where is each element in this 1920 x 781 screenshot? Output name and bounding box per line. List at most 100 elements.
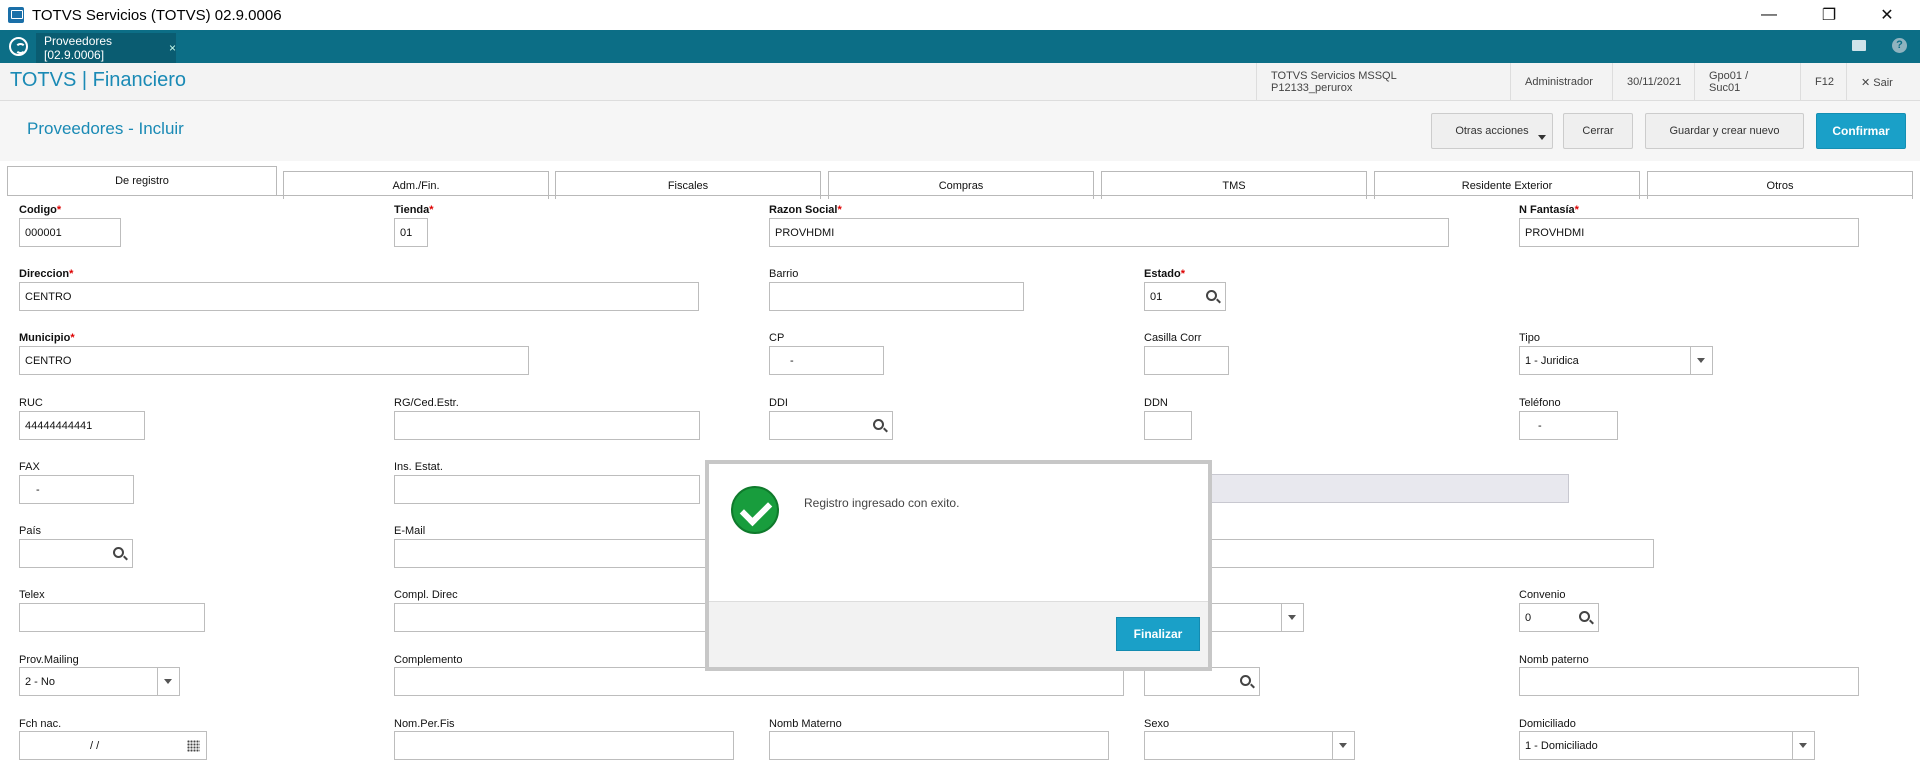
ins-estat-label: Ins. Estat.: [394, 461, 443, 473]
help-icon[interactable]: ?: [1892, 38, 1907, 53]
lookup-input[interactable]: [1144, 667, 1260, 696]
cp-input[interactable]: -: [769, 346, 884, 375]
fch-nac-input[interactable]: / /: [19, 731, 207, 760]
prov-mailing-value: 2 - No: [25, 675, 55, 688]
app-window: TOTVS Servicios (TOTVS) 02.9.0006 — ❐ ✕ …: [0, 0, 1920, 781]
sexo-label: Sexo: [1144, 718, 1170, 730]
totvs-logo-icon[interactable]: [9, 37, 28, 56]
municipio-input[interactable]: CENTRO: [19, 346, 529, 375]
codigo-input[interactable]: 000001: [19, 218, 121, 247]
date-label: 30/11/2021: [1612, 63, 1692, 101]
chevron-down-icon[interactable]: [1281, 604, 1303, 631]
municipio-label: Municipio*: [19, 332, 75, 344]
codigo-label: Codigo*: [19, 204, 62, 216]
barrio-input[interactable]: [769, 282, 1024, 311]
confirm-button[interactable]: Confirmar: [1816, 113, 1906, 149]
compl-direc-label: Compl. Direc: [394, 589, 458, 601]
restore-button[interactable]: ❐: [1800, 0, 1858, 30]
pais-label: País: [19, 525, 42, 537]
page-header: Proveedores - Incluir Otras acciones Cer…: [0, 101, 1920, 161]
search-icon[interactable]: [113, 547, 124, 558]
ruc-label: RUC: [19, 397, 43, 409]
chevron-down-icon[interactable]: [1690, 347, 1712, 374]
tipo-select[interactable]: 1 - Juridica: [1519, 346, 1713, 375]
prov-mailing-select[interactable]: 2 - No: [19, 667, 180, 696]
tab-divider: [7, 195, 1913, 196]
page-title: Proveedores - Incluir: [27, 119, 184, 138]
razon-social-input[interactable]: PROVHDMI: [769, 218, 1449, 247]
save-and-new-button[interactable]: Guardar y crear nuevo: [1645, 113, 1804, 149]
search-icon[interactable]: [1240, 675, 1251, 686]
search-icon[interactable]: [1206, 290, 1217, 301]
exit-button[interactable]: ✕ Sair: [1846, 63, 1920, 101]
fch-nac-value: / /: [90, 739, 100, 752]
nomb-materno-input[interactable]: [769, 731, 1109, 760]
window-title: TOTVS Servicios (TOTVS) 02.9.0006: [32, 6, 282, 24]
tab-proveedores[interactable]: Proveedores [02.9.0006] ×: [36, 33, 176, 63]
nom-per-fis-input[interactable]: [394, 731, 734, 760]
title-bar: TOTVS Servicios (TOTVS) 02.9.0006 — ❐ ✕: [0, 0, 1920, 30]
other-actions-label: Otras acciones: [1455, 125, 1529, 137]
tienda-label: Tienda*: [394, 204, 434, 216]
email-label: E-Mail: [394, 525, 426, 537]
f12-shortcut[interactable]: F12: [1800, 63, 1844, 101]
ddi-label: DDI: [769, 397, 788, 409]
domiciliado-value: 1 - Domiciliado: [1525, 739, 1598, 752]
domiciliado-select[interactable]: 1 - Domiciliado: [1519, 731, 1815, 760]
rg-ced-input[interactable]: [394, 411, 700, 440]
search-icon[interactable]: [1579, 611, 1590, 622]
ruc-input[interactable]: 44444444441: [19, 411, 145, 440]
environment-label: TOTVS Servicios MSSQL P12133_perurox: [1256, 63, 1492, 101]
tienda-input[interactable]: 01: [394, 218, 428, 247]
nomb-paterno-input[interactable]: [1519, 667, 1859, 696]
success-message: Registro ingresado con exito.: [804, 496, 960, 510]
ddn-input[interactable]: [1144, 411, 1192, 440]
dialog-footer: Finalizar: [709, 601, 1208, 667]
fax-input[interactable]: -: [19, 475, 134, 504]
ddn-label: DDN: [1144, 397, 1168, 409]
fch-nac-label: Fch nac.: [19, 718, 62, 730]
convenio-value: 0: [1525, 611, 1532, 624]
nomb-paterno-label: Nomb paterno: [1519, 654, 1589, 666]
sexo-select[interactable]: [1144, 731, 1355, 760]
estado-label: Estado*: [1144, 268, 1185, 280]
close-button[interactable]: Cerrar: [1563, 113, 1633, 149]
convenio-label: Convenio: [1519, 589, 1566, 601]
casilla-corr-input[interactable]: [1144, 346, 1229, 375]
nom-per-fis-label: Nom.Per.Fis: [394, 718, 455, 730]
module-brand: TOTVS | Financiero: [10, 69, 186, 91]
domiciliado-label: Domiciliado: [1519, 718, 1576, 730]
chevron-down-icon[interactable]: [1792, 732, 1814, 759]
app-icon: [8, 7, 24, 23]
close-tab-icon[interactable]: ×: [169, 41, 176, 55]
complemento-input[interactable]: [394, 667, 1124, 696]
n-fantasia-input[interactable]: PROVHDMI: [1519, 218, 1859, 247]
ddi-input[interactable]: [769, 411, 893, 440]
close-window-button[interactable]: ✕: [1858, 0, 1916, 30]
ins-estat-input[interactable]: [394, 475, 700, 504]
chevron-down-icon[interactable]: [1332, 732, 1354, 759]
pais-input[interactable]: [19, 539, 133, 568]
chevron-down-icon: [1538, 135, 1546, 140]
finish-button[interactable]: Finalizar: [1116, 617, 1200, 651]
branch-label[interactable]: Gpo01 / Suc01: [1694, 63, 1790, 101]
search-icon[interactable]: [873, 419, 884, 430]
telefono-input[interactable]: -: [1519, 411, 1618, 440]
telex-input[interactable]: [19, 603, 205, 632]
minimize-button[interactable]: —: [1740, 0, 1798, 30]
app-tab-bar: Proveedores [02.9.0006] × ?: [0, 30, 1920, 63]
other-actions-button[interactable]: Otras acciones: [1431, 113, 1553, 149]
tipo-value: 1 - Juridica: [1525, 354, 1579, 367]
tab-label: Proveedores [02.9.0006]: [44, 34, 113, 62]
module-header: TOTVS | Financiero TOTVS Servicios MSSQL…: [0, 63, 1920, 101]
tab-de-registro[interactable]: De registro: [7, 166, 277, 196]
direccion-label: Direccion*: [19, 268, 74, 280]
n-fantasia-label: N Fantasía*: [1519, 204, 1579, 216]
estado-input[interactable]: 01: [1144, 282, 1226, 311]
direccion-input[interactable]: CENTRO: [19, 282, 699, 311]
chevron-down-icon[interactable]: [157, 668, 179, 695]
mail-icon[interactable]: [1852, 40, 1866, 51]
convenio-input[interactable]: 0: [1519, 603, 1599, 632]
calendar-icon[interactable]: [187, 740, 200, 752]
barrio-label: Barrio: [769, 268, 799, 280]
